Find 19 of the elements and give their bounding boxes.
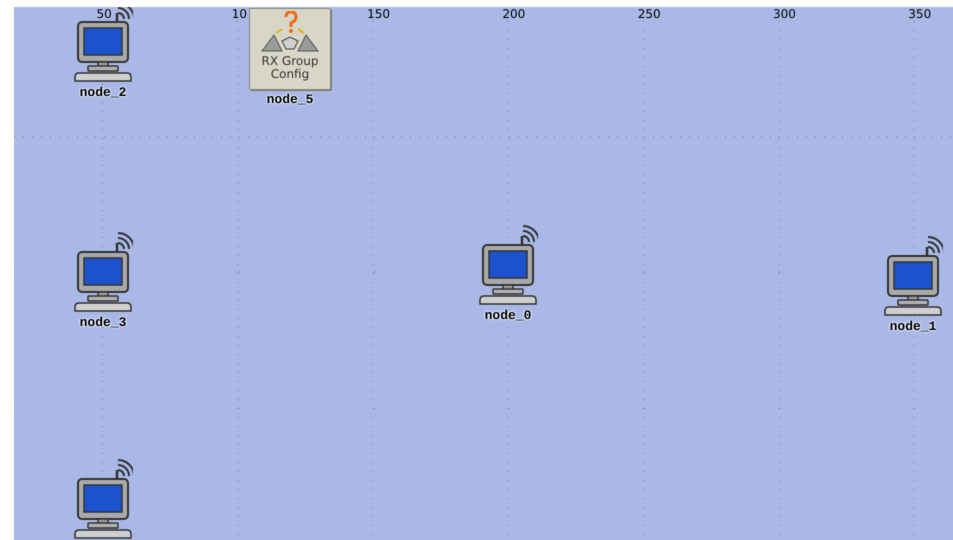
computer-icon [73,7,133,83]
axis-tick-label: 350 [908,7,932,21]
node-label: node_3 [80,315,126,330]
axis-tick-label: 10 [232,7,248,21]
node-label: node_0 [484,308,532,323]
computer-icon [478,222,538,306]
computer-icon [73,229,133,313]
node-label: node_5 [266,92,314,107]
config-node-button[interactable]: RX Group Config [249,8,331,90]
computer-icon [883,233,943,317]
axis-tick-label: 150 [367,7,390,21]
axis-tick-label: 250 [638,7,661,21]
axis-tick-label: 50 [96,7,112,21]
axis-tick-label: 200 [502,7,526,21]
config-node-text: RX Group Config [260,55,320,81]
axis-tick-label: 300 [773,7,796,21]
node-label: node_1 [890,319,936,334]
node-label: node_2 [80,85,126,100]
computer-icon [73,456,133,540]
